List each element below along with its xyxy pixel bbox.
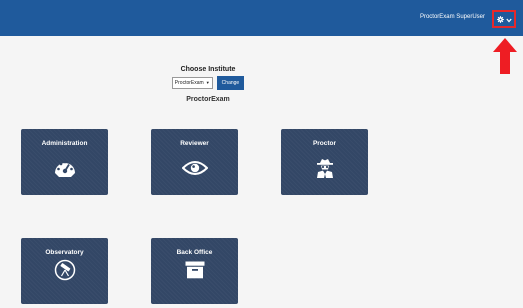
tile-title-observatory: Observatory <box>45 249 84 256</box>
institute-select[interactable]: ProctorExam ▼ <box>171 77 213 89</box>
tile-title-administration: Administration <box>41 140 88 147</box>
red-arrow-annotation <box>493 38 517 74</box>
top-navigation-bar: ProctorExam SuperUser <box>0 0 523 36</box>
settings-menu-button[interactable] <box>496 14 512 24</box>
tile-title-back-office: Back Office <box>176 249 213 256</box>
choose-institute-section: Choose Institute ProctorExam ▼ Change Pr… <box>150 66 266 103</box>
tile-proctor[interactable]: Proctor <box>281 129 368 195</box>
dashboard-gauge-icon <box>54 158 76 183</box>
tile-title-proctor: Proctor <box>312 140 337 147</box>
chevron-down-icon <box>505 10 512 28</box>
archive-box-icon <box>185 261 205 284</box>
telescope-icon <box>54 259 76 286</box>
tile-back-office[interactable]: Back Office <box>151 238 238 304</box>
spy-agent-icon <box>315 158 335 183</box>
eye-icon <box>181 160 208 181</box>
tile-reviewer[interactable]: Reviewer <box>151 129 238 195</box>
user-name-label[interactable]: ProctorExam SuperUser <box>420 14 485 20</box>
current-institute-name: ProctorExam <box>186 96 230 103</box>
tile-administration[interactable]: Administration <box>21 129 108 195</box>
tile-observatory[interactable]: Observatory <box>21 238 108 304</box>
settings-highlight-box <box>492 10 516 28</box>
choose-institute-title: Choose Institute <box>180 66 236 73</box>
gear-icon <box>496 10 504 28</box>
tile-title-reviewer: Reviewer <box>180 140 209 147</box>
change-institute-button[interactable]: Change <box>216 76 245 90</box>
select-arrow-icon: ▼ <box>205 80 210 85</box>
institute-select-value: ProctorExam <box>174 80 204 86</box>
